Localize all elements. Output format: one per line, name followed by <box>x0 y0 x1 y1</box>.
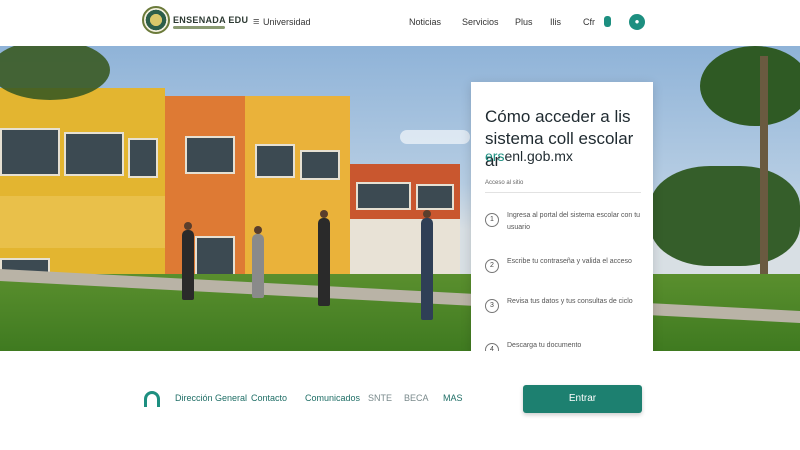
student-figure <box>318 218 330 306</box>
nav-item-servicios[interactable]: Servicios <box>462 17 499 27</box>
step-item: 3 Revisa tus datos y tus consultas de ci… <box>485 296 645 330</box>
cloud <box>400 130 470 144</box>
step-item: 1 Ingresa al portal del sistema escolar … <box>485 210 645 244</box>
building-yellow <box>0 88 165 288</box>
footer-link[interactable]: Dirección General <box>175 393 247 403</box>
user-icon[interactable]: ● <box>629 14 645 30</box>
student-figure <box>252 234 264 298</box>
nav-item-ilis[interactable]: Ilis <box>550 17 561 27</box>
palm-tree-trunk <box>760 56 768 286</box>
brand-tagline-bar <box>173 26 225 29</box>
nav-item-cfr[interactable]: Cfr <box>583 17 595 27</box>
footer-bar: Dirección General Contacto Comunicados S… <box>0 351 800 450</box>
step-text: Revisa tus datos y tus consultas de cicl… <box>507 298 633 305</box>
section-link[interactable]: Universidad <box>263 17 311 27</box>
card-url-rest[interactable]: enl.gob.mx <box>504 148 572 164</box>
card-url[interactable]: ersenl.gob.mx <box>485 148 573 164</box>
nav-item-noticias[interactable]: Noticias <box>409 17 441 27</box>
site-header: ENSENADA EDU ≡ Universidad Noticias Serv… <box>0 0 800 46</box>
home-arch-icon[interactable] <box>144 391 160 407</box>
pin-icon[interactable] <box>604 16 611 27</box>
footer-link[interactable]: MAS <box>443 393 463 403</box>
logo-emblem-icon[interactable] <box>142 6 170 34</box>
card-divider <box>485 192 641 193</box>
step-item: 2 Escribe tu contraseña y valida el acce… <box>485 256 645 290</box>
step-number-icon: 3 <box>485 299 499 313</box>
palm-tree-crown <box>700 46 800 126</box>
trees-right <box>650 166 800 266</box>
nav-item-plus[interactable]: Plus <box>515 17 533 27</box>
step-number-icon: 2 <box>485 259 499 273</box>
card-url-accent[interactable]: ers <box>485 148 504 164</box>
brand-name[interactable]: ENSENADA EDU <box>173 15 248 25</box>
student-figure <box>421 218 433 320</box>
step-text: Escribe tu contraseña y valida el acceso <box>507 258 632 265</box>
hero-campus-photo <box>0 46 800 351</box>
card-label: Acceso al sitio <box>485 180 524 186</box>
menu-icon[interactable]: ≡ <box>253 16 259 28</box>
footer-link[interactable]: BECA <box>404 393 429 403</box>
footer-link[interactable]: Comunicados <box>305 393 360 403</box>
building-red <box>350 164 460 274</box>
footer-link[interactable]: Contacto <box>251 393 287 403</box>
step-number-icon: 1 <box>485 213 499 227</box>
enter-button[interactable]: Entrar <box>523 385 642 413</box>
step-text: Ingresa al portal del sistema escolar co… <box>507 212 641 231</box>
footer-link[interactable]: SNTE <box>368 393 392 403</box>
info-card: Cómo acceder a lis sistema coll escolar … <box>471 82 653 357</box>
student-figure <box>182 230 194 300</box>
